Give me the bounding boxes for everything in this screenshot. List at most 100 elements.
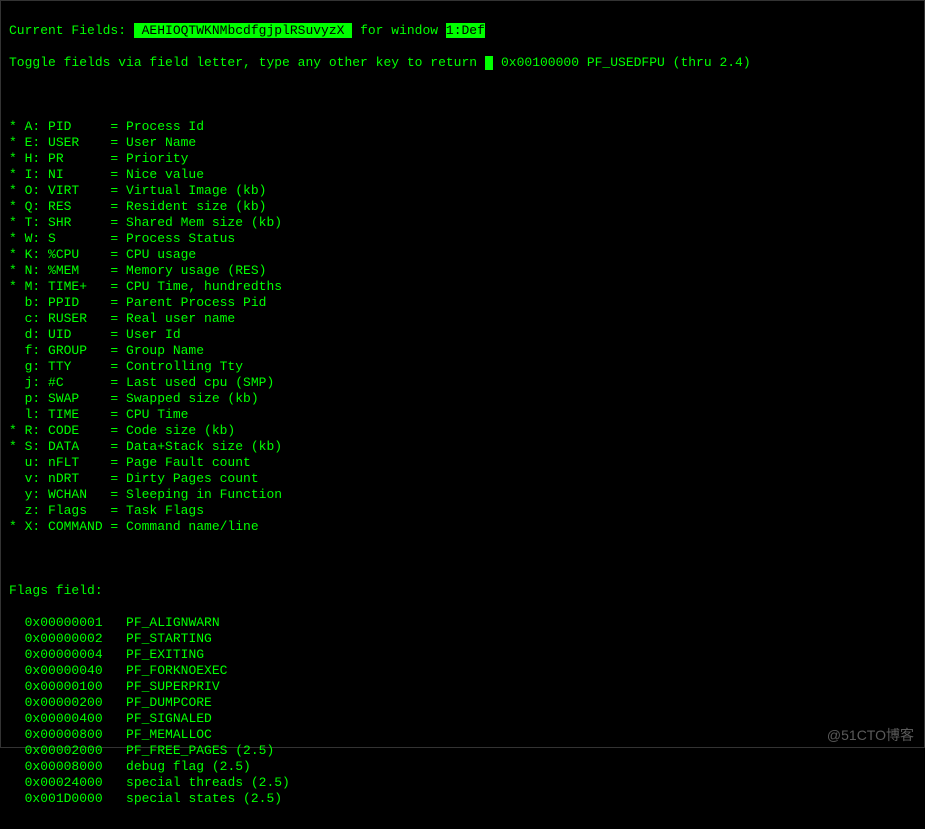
equals-sign: = xyxy=(110,279,126,295)
flag-hex: 0x001D0000 xyxy=(25,791,111,807)
field-on-marker: * xyxy=(9,183,17,199)
field-letter: A xyxy=(25,119,33,135)
flag-hex: 0x00000002 xyxy=(25,631,111,647)
field-letter: j xyxy=(25,375,33,391)
equals-sign: = xyxy=(110,327,126,343)
field-row[interactable]: p: SWAP= Swapped size (kb) xyxy=(9,391,916,407)
field-code: UID xyxy=(48,327,110,343)
equals-sign: = xyxy=(110,359,126,375)
field-row[interactable]: * W: S= Process Status xyxy=(9,231,916,247)
field-on-marker: * xyxy=(9,231,17,247)
field-description: User Id xyxy=(126,327,181,342)
field-description: User Name xyxy=(126,135,196,150)
field-row[interactable]: v: nDRT= Dirty Pages count xyxy=(9,471,916,487)
field-row[interactable]: u: nFLT= Page Fault count xyxy=(9,455,916,471)
field-on-marker: * xyxy=(9,215,17,231)
flag-hex: 0x00002000 xyxy=(25,743,111,759)
field-code: #C xyxy=(48,375,110,391)
field-row[interactable]: * E: USER= User Name xyxy=(9,135,916,151)
field-letter: M xyxy=(25,279,33,295)
equals-sign: = xyxy=(110,471,126,487)
field-code: VIRT xyxy=(48,183,110,199)
field-letter: W xyxy=(25,231,33,247)
field-description: Last used cpu (SMP) xyxy=(126,375,274,390)
equals-sign: = xyxy=(110,231,126,247)
field-row[interactable]: y: WCHAN= Sleeping in Function xyxy=(9,487,916,503)
field-on-marker xyxy=(9,359,17,375)
field-row[interactable]: * S: DATA= Data+Stack size (kb) xyxy=(9,439,916,455)
field-description: CPU Time xyxy=(126,407,188,422)
field-row[interactable]: * R: CODE= Code size (kb) xyxy=(9,423,916,439)
field-code: nFLT xyxy=(48,455,110,471)
field-row[interactable]: * I: NI= Nice value xyxy=(9,167,916,183)
field-on-marker: * xyxy=(9,119,17,135)
field-description: Virtual Image (kb) xyxy=(126,183,266,198)
field-on-marker: * xyxy=(9,167,17,183)
equals-sign: = xyxy=(110,407,126,423)
equals-sign: = xyxy=(110,391,126,407)
equals-sign: = xyxy=(110,263,126,279)
field-row[interactable]: * H: PR= Priority xyxy=(9,151,916,167)
field-letter: T xyxy=(25,215,33,231)
equals-sign: = xyxy=(110,151,126,167)
field-on-marker: * xyxy=(9,263,17,279)
field-row[interactable]: b: PPID= Parent Process Pid xyxy=(9,295,916,311)
field-description: Command name/line xyxy=(126,519,259,534)
field-row[interactable]: * K: %CPU= CPU usage xyxy=(9,247,916,263)
field-code: RES xyxy=(48,199,110,215)
flag-hex: 0x00024000 xyxy=(25,775,111,791)
field-letter: z xyxy=(25,503,33,519)
field-code: TIME+ xyxy=(48,279,110,295)
field-code: nDRT xyxy=(48,471,110,487)
flag-row: 0x00008000 debug flag (2.5) xyxy=(9,759,916,775)
field-letter: p xyxy=(25,391,33,407)
flag-row: 0x00000001 PF_ALIGNWARN xyxy=(9,615,916,631)
field-letter: d xyxy=(25,327,33,343)
field-code: SWAP xyxy=(48,391,110,407)
field-row[interactable]: l: TIME= CPU Time xyxy=(9,407,916,423)
field-description: Data+Stack size (kb) xyxy=(126,439,282,454)
field-letter: R xyxy=(25,423,33,439)
field-on-marker xyxy=(9,375,17,391)
field-row[interactable]: * N: %MEM= Memory usage (RES) xyxy=(9,263,916,279)
field-row[interactable]: z: Flags= Task Flags xyxy=(9,503,916,519)
flag-name: PF_USEDFPU (thru 2.4) xyxy=(587,55,751,70)
flag-row: 0x00024000 special threads (2.5) xyxy=(9,775,916,791)
field-row[interactable]: * A: PID= Process Id xyxy=(9,119,916,135)
field-description: Dirty Pages count xyxy=(126,471,259,486)
field-code: PID xyxy=(48,119,110,135)
field-row[interactable]: f: GROUP= Group Name xyxy=(9,343,916,359)
equals-sign: = xyxy=(110,519,126,535)
field-on-marker xyxy=(9,327,17,343)
equals-sign: = xyxy=(110,375,126,391)
terminal-screen[interactable]: Current Fields: AEHIOQTWKNMbcdfgjplRSuvy… xyxy=(1,1,924,829)
field-letter: E xyxy=(25,135,33,151)
field-row[interactable]: d: UID= User Id xyxy=(9,327,916,343)
field-letter: b xyxy=(25,295,33,311)
equals-sign: = xyxy=(110,439,126,455)
field-description: Code size (kb) xyxy=(126,423,235,438)
field-on-marker: * xyxy=(9,199,17,215)
field-row[interactable]: * X: COMMAND= Command name/line xyxy=(9,519,916,535)
field-row[interactable]: j: #C= Last used cpu (SMP) xyxy=(9,375,916,391)
field-description: CPU usage xyxy=(126,247,196,262)
field-letter: I xyxy=(25,167,33,183)
equals-sign: = xyxy=(110,247,126,263)
flag-hex: 0x00000400 xyxy=(25,711,111,727)
field-row[interactable]: g: TTY= Controlling Tty xyxy=(9,359,916,375)
field-description: Resident size (kb) xyxy=(126,199,266,214)
field-row[interactable]: * M: TIME+= CPU Time, hundredths xyxy=(9,279,916,295)
field-row[interactable]: c: RUSER= Real user name xyxy=(9,311,916,327)
flag-row: 0x001D0000 special states (2.5) xyxy=(9,791,916,807)
field-on-marker: * xyxy=(9,151,17,167)
field-row[interactable]: * Q: RES= Resident size (kb) xyxy=(9,199,916,215)
equals-sign: = xyxy=(110,135,126,151)
field-code: PR xyxy=(48,151,110,167)
field-letter: c xyxy=(25,311,33,327)
blank-line xyxy=(9,87,916,103)
field-row[interactable]: * T: SHR= Shared Mem size (kb) xyxy=(9,215,916,231)
field-on-marker xyxy=(9,503,17,519)
field-letter: f xyxy=(25,343,33,359)
equals-sign: = xyxy=(110,119,126,135)
field-row[interactable]: * O: VIRT= Virtual Image (kb) xyxy=(9,183,916,199)
